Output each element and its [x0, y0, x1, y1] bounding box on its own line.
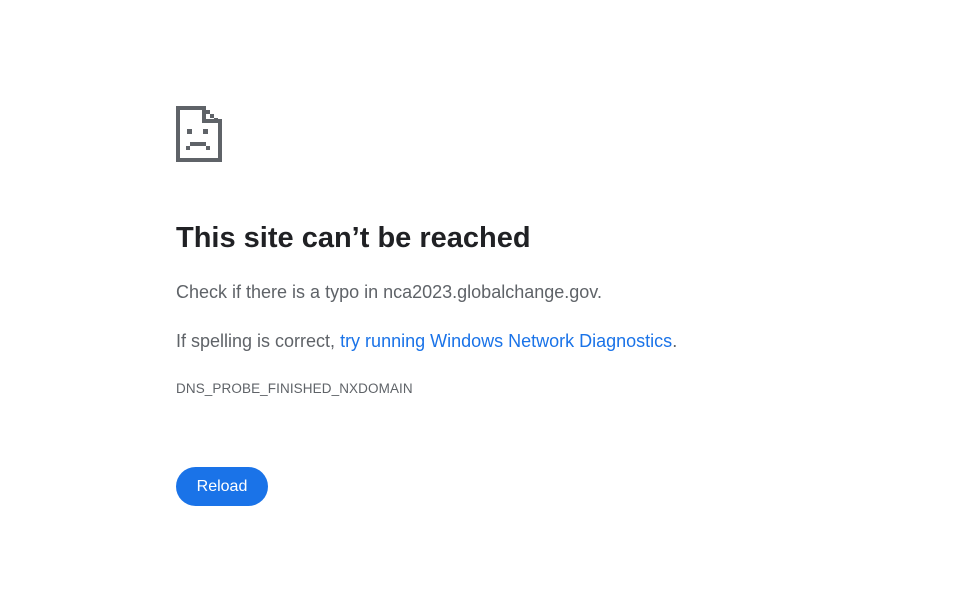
sad-document-icon [176, 106, 222, 162]
page-title: This site can’t be reached [176, 222, 531, 254]
network-diagnostics-link[interactable]: try running Windows Network Diagnostics [340, 331, 672, 351]
error-code: DNS_PROBE_FINISHED_NXDOMAIN [176, 381, 413, 396]
spelling-suffix: . [672, 331, 678, 351]
spelling-prefix: If spelling is correct, [176, 331, 341, 351]
typo-suggestion: Check if there is a typo in nca2023.glob… [176, 282, 602, 302]
reload-button[interactable]: Reload [176, 467, 268, 506]
error-content: This site can’t be reached Check if ther… [176, 106, 936, 506]
spelling-suggestion: If spelling is correct, try running Wind… [176, 329, 677, 353]
error-page: This site can’t be reached Check if ther… [0, 0, 975, 613]
